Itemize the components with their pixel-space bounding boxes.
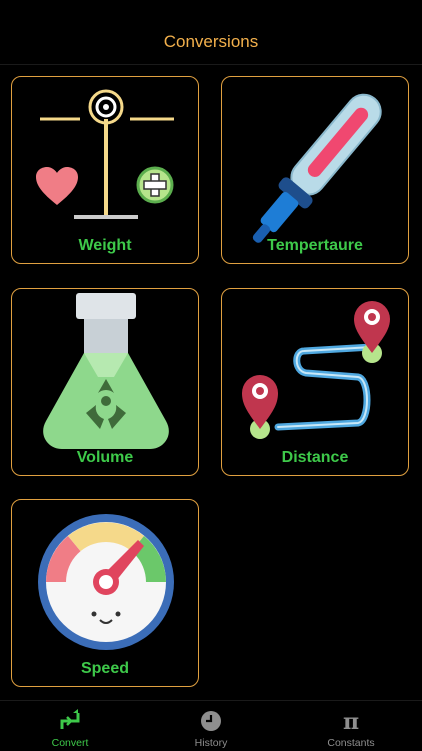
weight-card[interactable]: Weight (11, 76, 199, 264)
distance-card[interactable]: Distance (221, 288, 409, 476)
svg-text:π: π (343, 709, 359, 733)
tab-history[interactable]: History (141, 701, 281, 751)
clock-icon (201, 711, 221, 731)
weight-label: Weight (78, 237, 132, 254)
navigation-bar: Conversions (0, 0, 422, 65)
volume-card[interactable]: Volume (11, 288, 199, 476)
pi-icon: π (343, 709, 359, 733)
tab-convert-label: Convert (51, 737, 89, 749)
temperature-card[interactable]: Tempertaure (221, 76, 409, 264)
speed-label: Speed (80, 660, 129, 677)
page-title: Conversions (163, 32, 259, 51)
speed-card[interactable]: Speed (11, 499, 199, 687)
distance-label: Distance (281, 449, 349, 466)
tab-constants-label: Constants (327, 737, 375, 749)
tab-constants[interactable]: π Constants (281, 701, 421, 751)
tab-convert[interactable]: Convert (0, 701, 140, 751)
tab-bar: Convert History π Constants (0, 700, 422, 751)
convert-arrows-icon (60, 709, 80, 729)
temperature-label: Tempertaure (267, 237, 363, 254)
volume-label: Volume (76, 449, 134, 466)
tab-history-label: History (194, 737, 228, 749)
